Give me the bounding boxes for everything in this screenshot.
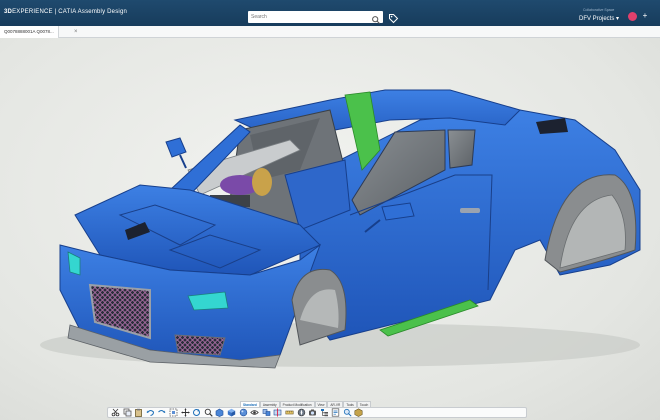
collab-space-name: DFV Projects: [579, 16, 615, 22]
search-tool-icon[interactable]: [343, 408, 352, 417]
cut-icon[interactable]: [111, 408, 120, 417]
car-body-model[interactable]: [0, 38, 660, 420]
tree-icon[interactable]: [320, 408, 329, 417]
copy-icon[interactable]: [123, 408, 132, 417]
tab-document[interactable]: Q0078888001A Q0078...: [0, 26, 59, 38]
brand-3d: 3D: [4, 9, 13, 15]
collab-space-label: Collaborative Space: [583, 8, 615, 12]
section-icon[interactable]: [273, 408, 282, 417]
tab-document-label: Q0078888001A Q0078...: [4, 29, 54, 34]
measure-icon[interactable]: [285, 408, 294, 417]
chevron-down-icon: ▾: [616, 16, 620, 22]
hide-show-icon[interactable]: [250, 408, 259, 417]
close-icon[interactable]: ×: [74, 27, 78, 37]
action-bar-tools: [107, 407, 527, 418]
product-icon[interactable]: [354, 408, 363, 417]
zoom-icon[interactable]: [204, 408, 213, 417]
search-icon[interactable]: [371, 12, 381, 24]
rotate-icon[interactable]: [192, 408, 201, 417]
compass-icon[interactable]: [297, 408, 306, 417]
avatar[interactable]: [628, 12, 637, 21]
brand-app-name: EXPERIENCE | CATIA Assembly Design: [12, 9, 128, 15]
render-style-icon[interactable]: [239, 408, 248, 417]
search-input[interactable]: [251, 12, 361, 22]
fit-all-icon[interactable]: [169, 408, 178, 417]
swap-space-icon[interactable]: [262, 408, 271, 417]
3d-viewport[interactable]: [0, 38, 660, 420]
normal-view-icon[interactable]: [215, 408, 224, 417]
tag-icon[interactable]: [388, 11, 399, 24]
action-bar: Standard Assembly Product Modification V…: [107, 401, 527, 418]
pan-icon[interactable]: [180, 408, 190, 417]
properties-icon[interactable]: [331, 408, 340, 417]
title-bar: 3DEXPERIENCE | CATIA Assembly Design Col…: [0, 0, 660, 26]
undo-icon[interactable]: [146, 408, 155, 417]
app-brand[interactable]: 3DEXPERIENCE | CATIA Assembly Design: [4, 9, 127, 15]
collab-space-selector[interactable]: DFV Projects ▾: [579, 15, 619, 22]
add-icon[interactable]: +: [640, 11, 650, 21]
redo-icon[interactable]: [157, 408, 166, 417]
document-tab-strip: Q0078888001A Q0078... ×: [0, 26, 660, 38]
search-box[interactable]: [248, 11, 383, 24]
paste-icon[interactable]: [134, 408, 143, 417]
isometric-view-icon[interactable]: [227, 408, 236, 417]
snapshot-icon[interactable]: [308, 408, 317, 417]
